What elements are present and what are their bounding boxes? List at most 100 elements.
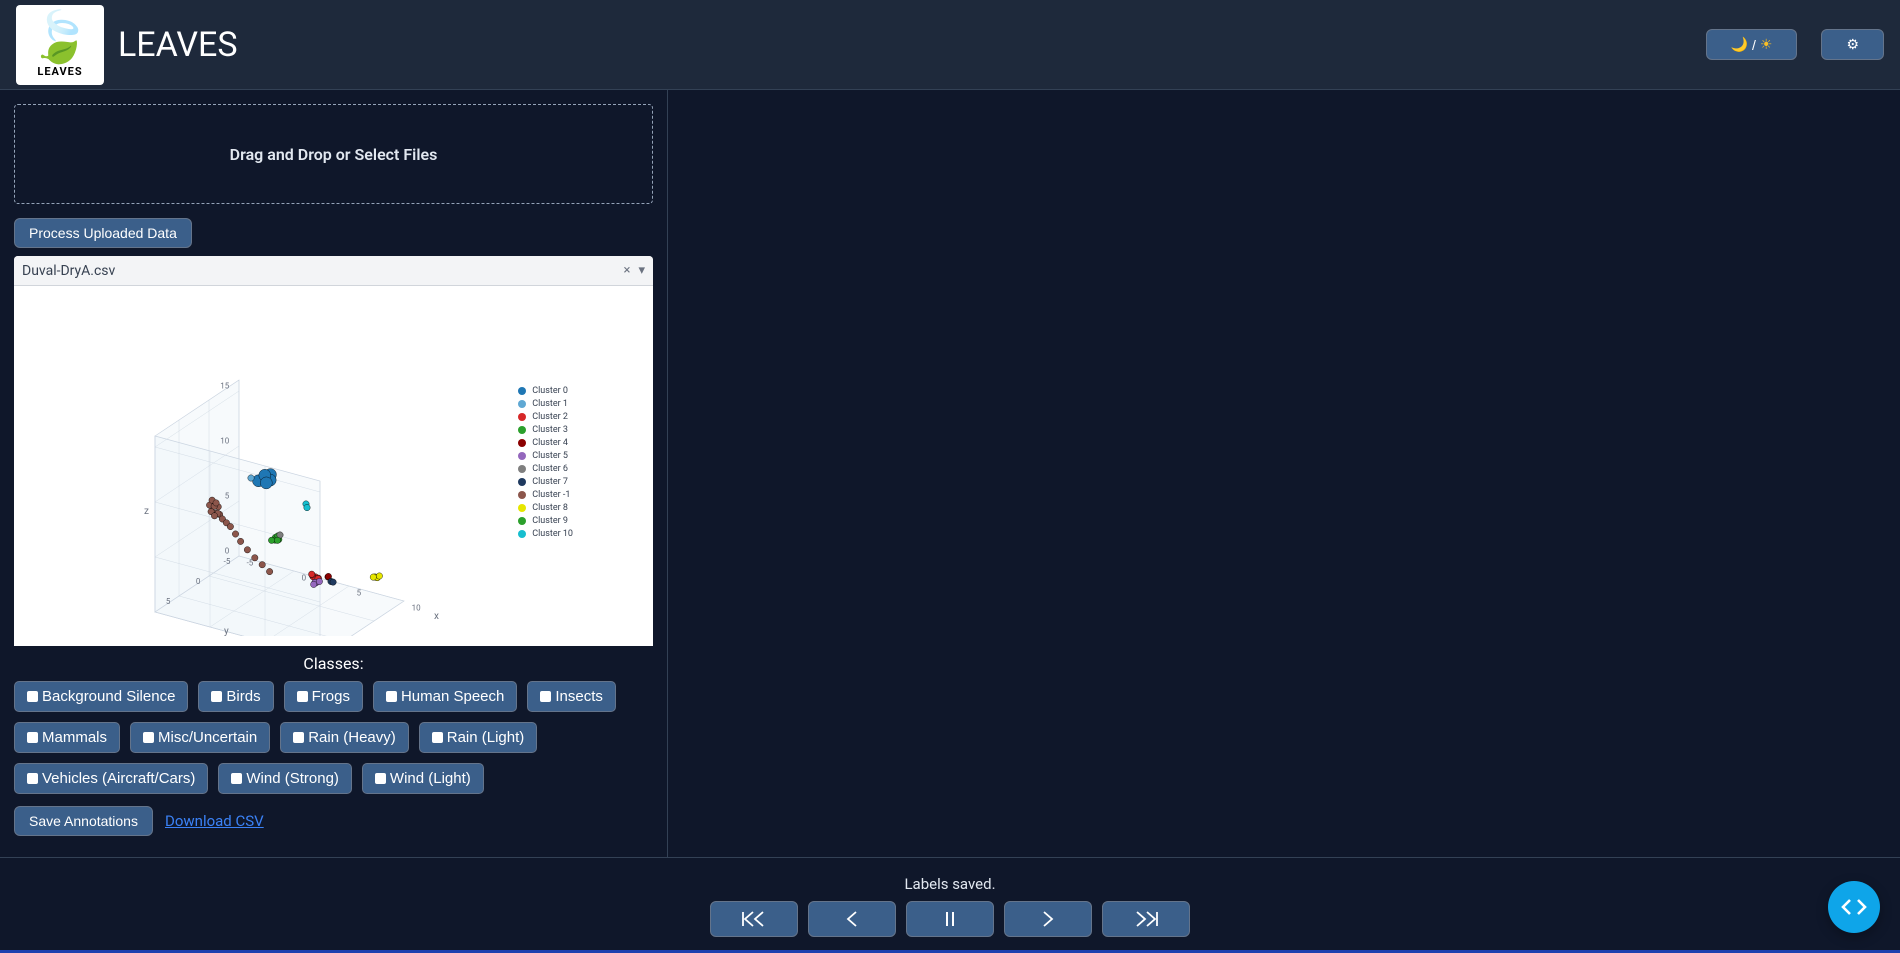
svg-text:5: 5 (166, 597, 171, 606)
app-logo: 🍃 LEAVES (16, 5, 104, 85)
moon-icon: 🌙 (1731, 36, 1748, 53)
class-label: Vehicles (Aircraft/Cars) (42, 770, 195, 787)
class-label: Rain (Heavy) (308, 729, 396, 746)
legend-item[interactable]: Cluster 9 (518, 516, 573, 526)
legend-label: Cluster 0 (532, 386, 568, 396)
legend-item[interactable]: Cluster 8 (518, 503, 573, 513)
legend-dot-icon (518, 439, 526, 447)
x-axis-label: x (434, 611, 439, 622)
prev-button[interactable] (808, 901, 896, 937)
legend-item[interactable]: Cluster 2 (518, 412, 573, 422)
class-label: Birds (226, 688, 260, 705)
legend-dot-icon (518, 465, 526, 473)
legend-item[interactable]: Cluster 1 (518, 399, 573, 409)
y-axis-label: y (224, 626, 229, 637)
next-button[interactable] (1004, 901, 1092, 937)
logo-leaf-icon: 🍃 (29, 11, 91, 65)
class-toggle-misc-uncertain[interactable]: Misc/Uncertain (130, 722, 270, 753)
header: 🍃 LEAVES LEAVES 🌙/☀ ⚙ (0, 0, 1900, 90)
checkbox-icon (293, 732, 304, 743)
class-toggle-wind-light-[interactable]: Wind (Light) (362, 763, 484, 794)
checkbox-icon (211, 691, 222, 702)
svg-text:0: 0 (225, 547, 230, 556)
class-label: Rain (Light) (447, 729, 525, 746)
chart-card: Duval-DryA.csv × ▾ 051015-50510-50510 Cl… (14, 256, 653, 646)
svg-text:15: 15 (220, 382, 229, 391)
class-label: Wind (Strong) (246, 770, 339, 787)
legend-label: Cluster -1 (532, 490, 570, 500)
file-menu-icon[interactable]: ▾ (638, 263, 645, 278)
legend-dot-icon (518, 426, 526, 434)
gear-icon: ⚙ (1846, 36, 1859, 53)
code-icon (1841, 897, 1867, 917)
theme-toggle-button[interactable]: 🌙/☀ (1706, 29, 1798, 60)
settings-button[interactable]: ⚙ (1821, 29, 1884, 60)
app-title: LEAVES (118, 25, 238, 65)
class-label: Background Silence (42, 688, 175, 705)
class-label: Insects (555, 688, 603, 705)
legend-item[interactable]: Cluster 0 (518, 386, 573, 396)
legend-label: Cluster 9 (532, 516, 568, 526)
legend-dot-icon (518, 400, 526, 408)
checkbox-icon (297, 691, 308, 702)
chart-legend: Cluster 0 Cluster 1 Cluster 2 Cluster 3 Clus… (518, 386, 573, 542)
legend-label: Cluster 6 (532, 464, 568, 474)
checkbox-icon (27, 691, 38, 702)
class-toggle-birds[interactable]: Birds (198, 681, 273, 712)
class-toggle-background-silence[interactable]: Background Silence (14, 681, 188, 712)
save-annotations-button[interactable]: Save Annotations (14, 806, 153, 836)
class-label: Wind (Light) (390, 770, 471, 787)
legend-dot-icon (518, 413, 526, 421)
legend-item[interactable]: Cluster 4 (518, 438, 573, 448)
legend-item[interactable]: Cluster 6 (518, 464, 573, 474)
skip-back-button[interactable] (710, 901, 798, 937)
chart-3d-scatter[interactable]: 051015-50510-50510 Cluster 0Cluster 1Clu… (14, 286, 653, 646)
skip-forward-button[interactable] (1102, 901, 1190, 937)
classes-title: Classes: (14, 654, 653, 673)
main: Drag and Drop or Select Files Process Up… (0, 90, 1900, 857)
pause-button[interactable] (906, 901, 994, 937)
legend-dot-icon (518, 452, 526, 460)
svg-text:10: 10 (412, 604, 421, 613)
checkbox-icon (143, 732, 154, 743)
checkbox-icon (231, 773, 242, 784)
legend-dot-icon (518, 478, 526, 486)
footer: Labels saved. (0, 857, 1900, 953)
class-label: Misc/Uncertain (158, 729, 257, 746)
checkbox-icon (375, 773, 386, 784)
legend-item[interactable]: Cluster 10 (518, 529, 573, 539)
class-toggle-frogs[interactable]: Frogs (284, 681, 363, 712)
legend-dot-icon (518, 517, 526, 525)
legend-item[interactable]: Cluster -1 (518, 490, 573, 500)
class-label: Mammals (42, 729, 107, 746)
download-csv-link[interactable]: Download CSV (165, 812, 264, 830)
transport-controls (710, 901, 1190, 937)
status-text: Labels saved. (904, 875, 995, 893)
legend-item[interactable]: Cluster 3 (518, 425, 573, 435)
legend-label: Cluster 2 (532, 412, 568, 422)
class-toggle-wind-strong-[interactable]: Wind (Strong) (218, 763, 352, 794)
svg-text:-5: -5 (224, 557, 231, 566)
class-toggle-rain-heavy-[interactable]: Rain (Heavy) (280, 722, 409, 753)
class-toggle-vehicles-aircraft-cars-[interactable]: Vehicles (Aircraft/Cars) (14, 763, 208, 794)
class-toggle-mammals[interactable]: Mammals (14, 722, 120, 753)
process-uploaded-button[interactable]: Process Uploaded Data (14, 218, 192, 248)
classes-row: Background Silence Birds Frogs Human Speech… (14, 681, 653, 794)
code-fab-button[interactable] (1828, 881, 1880, 933)
legend-item[interactable]: Cluster 7 (518, 477, 573, 487)
file-close-icon[interactable]: × (624, 263, 631, 278)
svg-text:5: 5 (357, 589, 362, 598)
legend-label: Cluster 4 (532, 438, 568, 448)
legend-label: Cluster 1 (532, 399, 568, 409)
legend-item[interactable]: Cluster 5 (518, 451, 573, 461)
class-toggle-insects[interactable]: Insects (527, 681, 616, 712)
svg-text:10: 10 (220, 437, 229, 446)
legend-dot-icon (518, 491, 526, 499)
legend-label: Cluster 7 (532, 477, 568, 487)
file-dropzone[interactable]: Drag and Drop or Select Files (14, 104, 653, 204)
checkbox-icon (386, 691, 397, 702)
legend-dot-icon (518, 530, 526, 538)
class-toggle-human-speech[interactable]: Human Speech (373, 681, 517, 712)
checkbox-icon (540, 691, 551, 702)
class-toggle-rain-light-[interactable]: Rain (Light) (419, 722, 538, 753)
